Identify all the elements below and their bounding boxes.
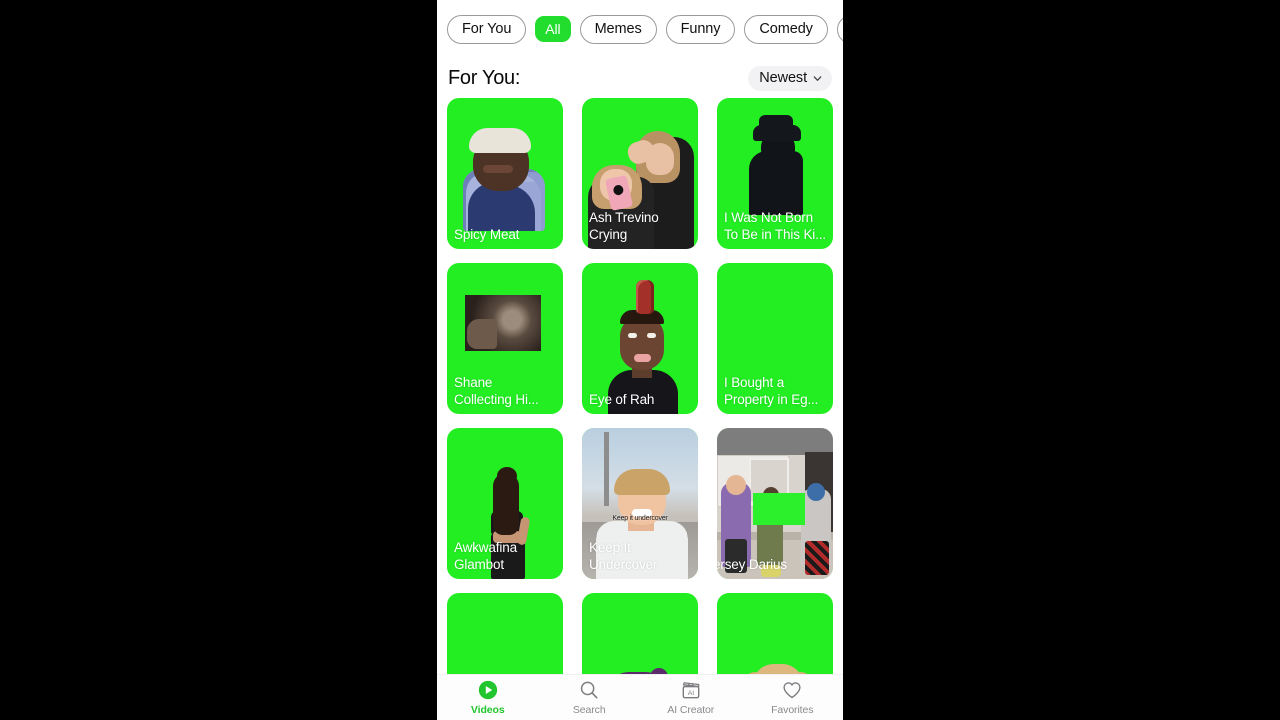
- search-icon: [581, 681, 598, 699]
- tab-label: Favorites: [771, 704, 814, 716]
- category-chip-all[interactable]: All: [535, 16, 571, 42]
- video-card[interactable]: [447, 593, 563, 675]
- tab-favorites[interactable]: Favorites: [742, 675, 844, 720]
- category-chip-random[interactable]: Rand: [836, 14, 843, 44]
- tab-label: Search: [572, 704, 606, 716]
- video-grid[interactable]: Spicy Meat Ash Trevino Crying I Was Not …: [437, 98, 843, 675]
- video-card[interactable]: Eye of Rah: [582, 263, 698, 414]
- bottom-tab-bar[interactable]: Videos Search AI AI Creator Favorites: [437, 674, 843, 720]
- video-card-title: Ash Trevino Crying: [589, 210, 659, 242]
- grid-row: Spicy Meat Ash Trevino Crying I Was Not …: [447, 98, 843, 249]
- heart-icon: [783, 682, 801, 699]
- video-thumbnail: [447, 593, 563, 675]
- video-card[interactable]: I Was Not Born To Be in This Ki...: [717, 98, 833, 249]
- video-card-title: Keep It Undercover: [589, 540, 658, 572]
- video-card-title: I Bought a Property in Eg...: [724, 375, 819, 407]
- phone-viewport: For You All Memes Funny Comedy Rand For …: [437, 0, 843, 720]
- ai-clapperboard-icon: AI: [682, 682, 700, 699]
- tab-ai-creator[interactable]: AI AI Creator: [640, 675, 742, 720]
- section-title: For You:: [448, 66, 521, 89]
- grid-row: Awkwafina Glambot Keep it undercover Kee…: [447, 428, 843, 579]
- video-card-title: Spicy Meat: [454, 226, 520, 242]
- video-card[interactable]: Keep it undercover Keep It Undercover: [582, 428, 698, 579]
- category-chip-comedy[interactable]: Comedy: [744, 14, 828, 44]
- tab-search[interactable]: Search: [539, 675, 641, 720]
- video-card[interactable]: [717, 593, 833, 675]
- video-card-title: Eye of Rah: [589, 391, 655, 407]
- video-card[interactable]: Spicy Meat: [447, 98, 563, 249]
- category-chip-funny[interactable]: Funny: [665, 14, 736, 44]
- play-circle-icon: [478, 680, 497, 700]
- svg-text:AI: AI: [688, 690, 695, 697]
- video-card[interactable]: I Bought a Property in Eg...: [717, 263, 833, 414]
- grid-row: [447, 593, 843, 675]
- tab-label: AI Creator: [667, 704, 715, 716]
- screen-root: For You All Memes Funny Comedy Rand For …: [0, 0, 1280, 720]
- category-chip-row[interactable]: For You All Memes Funny Comedy Rand: [437, 0, 843, 58]
- video-card-title: I Was Not Born To Be in This Ki...: [724, 210, 826, 242]
- video-card[interactable]: ersey Darius: [717, 428, 833, 579]
- grid-row: Shane Collecting Hi... Eye of Rah I Boug…: [447, 263, 843, 414]
- video-card[interactable]: Awkwafina Glambot: [447, 428, 563, 579]
- category-chip-memes[interactable]: Memes: [579, 14, 657, 44]
- video-card[interactable]: Shane Collecting Hi...: [447, 263, 563, 414]
- sort-dropdown-label: Newest: [759, 70, 807, 86]
- video-thumbnail: [717, 593, 833, 675]
- tab-videos[interactable]: Videos: [437, 675, 539, 720]
- video-card-title: ersey Darius: [717, 556, 787, 572]
- video-card-title: Shane Collecting Hi...: [454, 375, 539, 407]
- chevron-down-icon: [813, 75, 822, 81]
- video-thumbnail: [582, 593, 698, 675]
- tab-label: Videos: [470, 704, 505, 716]
- thumbnail-caption: Keep it undercover: [612, 514, 668, 522]
- video-card[interactable]: Ash Trevino Crying: [582, 98, 698, 249]
- category-chip-for-you[interactable]: For You: [447, 14, 527, 44]
- sort-dropdown[interactable]: Newest: [748, 65, 832, 91]
- section-header: For You: Newest: [437, 58, 843, 98]
- video-card-title: Awkwafina Glambot: [454, 540, 517, 572]
- video-card[interactable]: [582, 593, 698, 675]
